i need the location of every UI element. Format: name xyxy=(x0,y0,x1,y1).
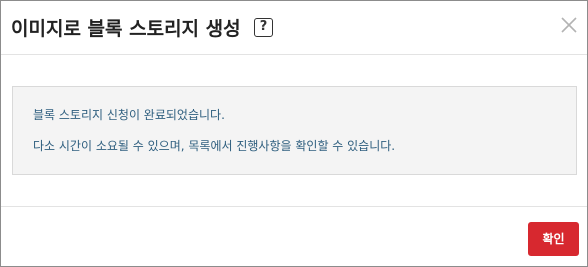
help-icon[interactable]: ? xyxy=(254,18,273,37)
dialog-body: 블록 스토리지 신청이 완료되었습니다. 다소 시간이 소요될 수 있으며, 목… xyxy=(1,55,587,207)
dialog: 이미지로 블록 스토리지 생성 ? 블록 스토리지 신청이 완료되었습니다. 다… xyxy=(0,0,588,267)
dialog-header: 이미지로 블록 스토리지 생성 ? xyxy=(1,1,587,55)
dialog-title: 이미지로 블록 스토리지 생성 xyxy=(11,18,241,40)
close-icon-graphic xyxy=(561,17,577,33)
notice-message-complete: 블록 스토리지 신청이 완료되었습니다. xyxy=(33,108,225,122)
notice-box: 블록 스토리지 신청이 완료되었습니다. 다소 시간이 소요될 수 있으며, 목… xyxy=(12,86,577,175)
confirm-button[interactable]: 확인 xyxy=(528,222,579,256)
notice-message-info: 다소 시간이 소요될 수 있으며, 목록에서 진행사항을 확인할 수 있습니다. xyxy=(33,139,396,153)
close-icon[interactable] xyxy=(560,16,578,34)
